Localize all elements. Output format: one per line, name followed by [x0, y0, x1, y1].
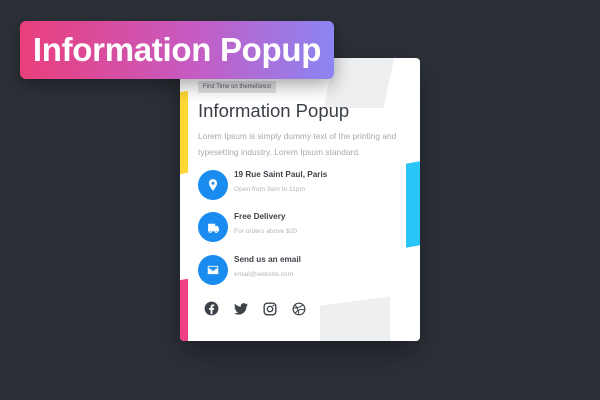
info-item-subtitle: email@website.com: [234, 271, 294, 278]
info-item-delivery: Free Delivery For orders above $20: [198, 212, 398, 244]
decoration-cyan-stripe: [406, 160, 420, 248]
decoration-pink-stripe: [180, 278, 188, 341]
social-links: [204, 301, 306, 316]
instagram-icon[interactable]: [262, 301, 277, 316]
info-item-subtitle: For orders above $20: [234, 228, 298, 235]
facebook-icon[interactable]: [204, 301, 219, 316]
dribbble-icon[interactable]: [291, 301, 306, 316]
information-popup: First Time on themeforest Information Po…: [180, 58, 420, 341]
info-item-title: Send us an email: [234, 255, 301, 264]
banner-title: Information Popup: [32, 31, 322, 68]
info-item-title: Free Delivery: [234, 212, 286, 221]
popup-title: Information Popup: [198, 100, 350, 121]
popup-description: Lorem Ipsum is simply dummy text of the …: [198, 131, 397, 157]
popup-tag: First Time on themeforest: [198, 81, 277, 93]
location-pin-icon: [198, 170, 228, 200]
info-item-address: 19 Rue Saint Paul, Paris Open from 9am t…: [198, 170, 398, 202]
banner: Information Popup: [20, 21, 334, 79]
decoration-yellow-stripe: [180, 90, 188, 176]
twitter-icon[interactable]: [233, 301, 248, 316]
email-icon: [198, 255, 228, 285]
info-item-subtitle: Open from 9am to 11pm: [234, 186, 305, 193]
info-item-title: 19 Rue Saint Paul, Paris: [234, 170, 328, 179]
delivery-icon: [198, 212, 228, 242]
info-item-email[interactable]: Send us an email email@website.com: [198, 255, 398, 287]
decoration-grey-bottom: [320, 296, 390, 341]
